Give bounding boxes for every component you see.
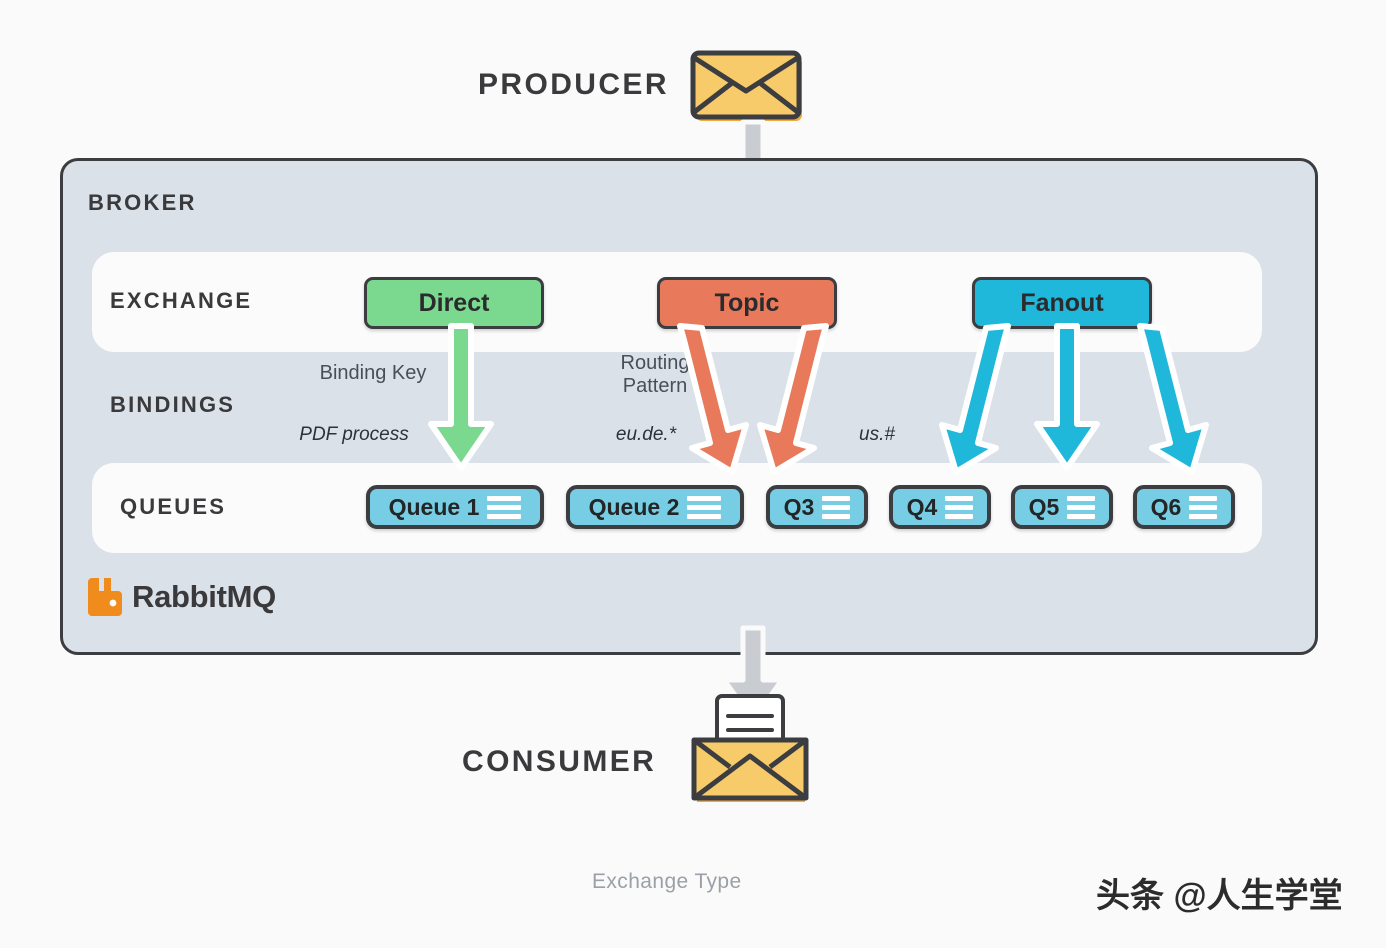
rabbitmq-brand-label: RabbitMQ — [132, 579, 276, 614]
queue-1[interactable]: Queue 1 — [366, 485, 544, 529]
bindings-row-label: BINDINGS — [110, 392, 236, 417]
diagram-caption: Exchange Type — [592, 870, 742, 893]
consumer-label: CONSUMER — [462, 745, 657, 778]
topic-to-q3-arrow-icon — [748, 323, 858, 475]
fanout-to-q6-arrow-icon — [1110, 323, 1220, 475]
queue-lines-icon — [687, 495, 722, 519]
watermark: 头条 @人生学堂 — [1096, 877, 1343, 915]
queue-4-label: Q4 — [906, 493, 938, 520]
queue-5[interactable]: Q5 — [1011, 485, 1113, 529]
envelope-closed-icon — [690, 49, 808, 125]
queues-row-label: QUEUES — [120, 494, 227, 519]
queue-6-label: Q6 — [1150, 493, 1182, 520]
queue-3[interactable]: Q3 — [766, 485, 868, 529]
exchange-topic[interactable]: Topic — [657, 277, 837, 329]
queue-6[interactable]: Q6 — [1133, 485, 1235, 529]
exchange-fanout[interactable]: Fanout — [972, 277, 1152, 329]
queue-2[interactable]: Queue 2 — [566, 485, 744, 529]
exchange-direct-label: Direct — [418, 288, 490, 317]
exchange-direct[interactable]: Direct — [364, 277, 544, 329]
queue-5-label: Q5 — [1028, 493, 1060, 520]
direct-to-queue1-arrow-icon — [425, 323, 497, 474]
queue-3-label: Q3 — [783, 493, 815, 520]
topic-to-queue2-arrow-icon — [650, 323, 760, 475]
envelope-open-document-icon — [690, 694, 812, 808]
exchange-fanout-label: Fanout — [1020, 288, 1104, 317]
rabbitmq-brand: RabbitMQ — [88, 578, 276, 616]
exchange-topic-label: Topic — [714, 288, 780, 317]
rabbitmq-logo-icon — [88, 578, 122, 616]
queue-lines-icon — [1189, 495, 1218, 519]
queue-4[interactable]: Q4 — [889, 485, 991, 529]
queue-lines-icon — [822, 495, 851, 519]
fanout-to-q5-arrow-icon — [1031, 323, 1103, 474]
broker-label: BROKER — [88, 190, 197, 215]
binding-key-direct: PDF process — [299, 424, 409, 445]
queue-1-label: Queue 1 — [388, 493, 480, 520]
queue-lines-icon — [1067, 495, 1096, 519]
queue-2-label: Queue 2 — [588, 493, 680, 520]
diagram-canvas: PRODUCER BROKER EXCHANGE BINDINGS QUEUES… — [0, 0, 1386, 948]
producer-label: PRODUCER — [478, 68, 669, 101]
exchange-row-label: EXCHANGE — [110, 288, 253, 313]
fanout-to-q4-arrow-icon — [930, 323, 1040, 475]
queue-lines-icon — [945, 495, 974, 519]
queue-lines-icon — [487, 495, 522, 519]
